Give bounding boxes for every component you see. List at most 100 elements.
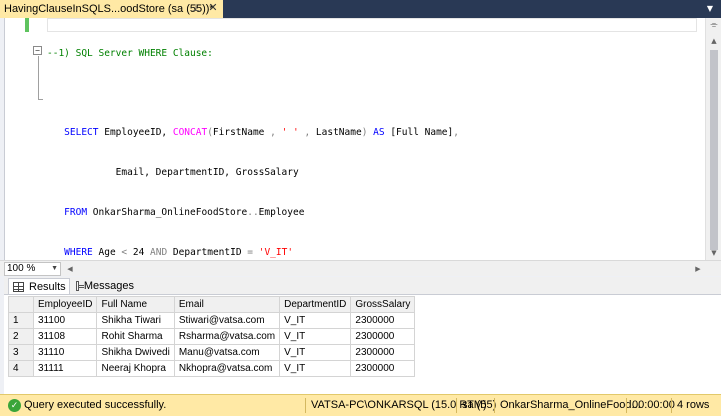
column-header[interactable]: Email [173, 296, 281, 313]
query-tab-title: HavingClauseInSQLS...oodStore (sa (55))* [4, 3, 214, 15]
concat-function: CONCAT [172, 127, 208, 139]
column-header[interactable]: GrossSalary [350, 296, 416, 313]
grid-cell[interactable]: Neeraj Khopra [96, 360, 175, 377]
status-user: sa (55) [462, 399, 497, 411]
chevron-down-icon[interactable]: ▼ [51, 263, 58, 275]
grid-cell[interactable]: 2300000 [350, 328, 416, 345]
grid-cell[interactable]: 31110 [32, 344, 98, 361]
grid-cell[interactable]: V_IT [279, 344, 352, 361]
tab-list-dropdown-icon[interactable]: ▼ [704, 3, 716, 15]
grid-cell[interactable]: 31108 [32, 328, 98, 345]
table-row[interactable]: 2 31108 Rohit Sharma Rsharma@vatsa.com V… [8, 328, 416, 345]
grid-cell[interactable]: 2300000 [350, 312, 416, 329]
scroll-right-arrow-icon[interactable]: ▶ [692, 262, 704, 276]
change-tracking-margin [25, 18, 29, 260]
comma: , [270, 127, 282, 139]
select-keyword: SELECT [64, 127, 99, 139]
grid-cell[interactable]: 2300000 [350, 360, 416, 377]
from-keyword: FROM [64, 207, 88, 219]
column-header[interactable]: DepartmentID [279, 296, 352, 313]
column-alias: [Full Name] [390, 127, 454, 139]
comma: , [453, 127, 459, 139]
status-database: OnkarSharma_OnlineFood... [500, 399, 641, 411]
schema-dots: .. [247, 207, 259, 219]
tab-messages[interactable]: Messages [72, 278, 134, 294]
grid-icon [13, 281, 24, 292]
status-server: VATSA-PC\ONKARSQL (15.0 RTM) [311, 399, 487, 411]
and-keyword: AND [150, 247, 168, 259]
messages-icon [76, 281, 84, 291]
code-line-1: --1) SQL Server WHERE Clause: [47, 47, 459, 60]
table-row[interactable]: 4 31111 Neeraj Khopra Nkhopra@vatsa.com … [8, 360, 416, 377]
as-keyword: AS [367, 127, 391, 139]
tab-messages-label: Messages [83, 280, 134, 292]
lastname-arg: LastName [315, 127, 362, 139]
row-number[interactable]: 3 [8, 344, 34, 361]
close-tab-icon[interactable]: ✕ [207, 2, 219, 14]
document-tab-strip: HavingClauseInSQLS...oodStore (sa (55))*… [0, 0, 721, 18]
split-window-icon[interactable]: ⌯ [709, 20, 719, 30]
grid-corner[interactable] [8, 296, 34, 313]
editor-vertical-scrollbar[interactable]: ⌯ ▲ ▼ [705, 18, 721, 260]
grid-cell[interactable]: Shikha Tiwari [96, 312, 175, 329]
column-header[interactable]: EmployeeID [32, 296, 98, 313]
scroll-thumb[interactable] [710, 50, 718, 250]
table-row[interactable]: 1 31100 Shikha Tiwari Stiwari@vatsa.com … [8, 312, 416, 329]
row-number[interactable]: 1 [8, 312, 34, 329]
grid-header-row: EmployeeID Full Name Email DepartmentID … [8, 296, 416, 313]
grid-cell[interactable]: 31111 [32, 360, 98, 377]
code-line-6: WHERE Age < 24 AND DepartmentID = 'V_IT' [47, 246, 459, 259]
department-column: DepartmentID [167, 247, 248, 259]
fold-region-line [38, 56, 39, 100]
space-string: ' ' [281, 127, 299, 139]
equals-operator: = [247, 247, 253, 259]
tab-results[interactable]: Results [8, 278, 70, 294]
scroll-up-arrow-icon[interactable]: ▲ [706, 34, 721, 48]
results-tab-strip: Results Messages [4, 277, 721, 294]
row-number[interactable]: 4 [8, 360, 34, 377]
results-pane: EmployeeID Full Name Email DepartmentID … [4, 294, 721, 394]
query-editor[interactable]: − --1) SQL Server WHERE Clause: SELECT E… [4, 18, 705, 260]
grid-cell[interactable]: Shikha Dwivedi [96, 344, 175, 361]
status-divider [456, 398, 457, 413]
pin-icon[interactable]: ⊥ [190, 3, 202, 15]
grid-cell[interactable]: Nkhopra@vatsa.com [173, 360, 281, 377]
age-column: Age [92, 247, 122, 259]
success-check-icon: ✓ [8, 399, 21, 412]
grid-cell[interactable]: V_IT [279, 360, 352, 377]
collapse-region-icon[interactable]: − [33, 46, 42, 55]
table-row[interactable]: 3 31110 Shikha Dwivedi Manu@vatsa.com V_… [8, 344, 416, 361]
code-line-5: FROM OnkarSharma_OnlineFoodStore..Employ… [47, 206, 459, 219]
scroll-left-arrow-icon[interactable]: ◀ [64, 262, 76, 276]
grid-cell[interactable]: Rohit Sharma [96, 328, 175, 345]
status-divider [305, 398, 306, 413]
saved-change-marker [25, 18, 29, 32]
where-keyword: WHERE [64, 247, 93, 259]
grid-cell[interactable]: 31100 [32, 312, 98, 329]
fold-region-end [38, 99, 43, 100]
status-bar: ✓ Query executed successfully. VATSA-PC\… [0, 394, 721, 416]
column-header[interactable]: Full Name [96, 296, 175, 313]
editor-horizontal-scrollbar[interactable]: ◀ ▶ [64, 262, 704, 276]
grid-cell[interactable]: Rsharma@vatsa.com [173, 328, 281, 345]
grid-cell[interactable]: 2300000 [350, 344, 416, 361]
status-divider [626, 398, 627, 413]
grid-cell[interactable]: Manu@vatsa.com [173, 344, 281, 361]
status-message: Query executed successfully. [24, 399, 167, 411]
grid-cell[interactable]: V_IT [279, 328, 352, 345]
select-columns: EmployeeID, [98, 127, 173, 139]
row-number[interactable]: 2 [8, 328, 34, 345]
query-tab[interactable]: HavingClauseInSQLS...oodStore (sa (55))*… [0, 0, 223, 18]
grid-cell[interactable]: V_IT [279, 312, 352, 329]
tab-results-label: Results [29, 280, 66, 293]
department-value: 'V_IT' [258, 247, 294, 259]
table-name: Employee [258, 207, 305, 219]
zoom-select[interactable]: 100 % ▼ [4, 262, 61, 276]
code-line-4: Email, DepartmentID, GrossSalary [47, 166, 459, 179]
grid-cell[interactable]: Stiwari@vatsa.com [173, 312, 281, 329]
scroll-down-arrow-icon[interactable]: ▼ [706, 246, 721, 260]
sql-code[interactable]: --1) SQL Server WHERE Clause: SELECT Emp… [47, 20, 459, 286]
comma: , [298, 127, 316, 139]
results-grid[interactable]: EmployeeID Full Name Email DepartmentID … [8, 296, 416, 377]
